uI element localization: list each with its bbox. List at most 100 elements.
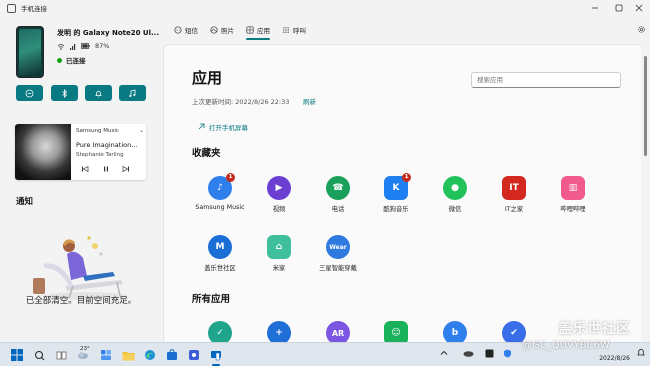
app-icon[interactable]: +: [250, 321, 308, 342]
refresh-link[interactable]: 刷新: [303, 96, 316, 106]
app-bilibili[interactable]: ▥ 哔哩哔哩: [544, 176, 602, 213]
chevron-down-icon[interactable]: ⌄: [139, 127, 144, 134]
photo-icon: [210, 26, 218, 34]
app-galaxy-wearable[interactable]: Wear 三星智能穿戴: [309, 235, 367, 272]
app-ithome[interactable]: IT IT之家: [485, 176, 543, 213]
shield-icon: [504, 349, 511, 358]
store-icon: [167, 349, 177, 360]
task-view-button[interactable]: [54, 348, 68, 362]
tab-photos[interactable]: 照片: [205, 20, 239, 40]
search-apps-input[interactable]: 搜索应用: [471, 72, 621, 88]
store-button[interactable]: [165, 348, 179, 362]
watermark-handle: @GC_QUVYBC6W: [522, 340, 610, 351]
call-icon: ☎: [326, 176, 350, 200]
start-button[interactable]: [10, 348, 24, 362]
dialpad-icon: [283, 27, 289, 33]
emoji-icon: ☺: [384, 321, 408, 342]
app-mijia[interactable]: ⌂ 米家: [250, 235, 308, 272]
last-updated: 上次更新时间: 2022/8/26 22:33: [192, 98, 290, 106]
battery-level: 87%: [95, 42, 110, 50]
app-icon[interactable]: AR: [309, 321, 367, 342]
tray-overflow-button[interactable]: [440, 349, 448, 359]
settings-button[interactable]: [637, 25, 646, 37]
search-button[interactable]: [32, 348, 46, 362]
page-title: 应用: [192, 69, 223, 87]
app-icon[interactable]: ✓: [191, 321, 249, 342]
maximize-icon: [615, 4, 623, 12]
members-icon: M: [208, 235, 232, 259]
task-view-icon: [56, 351, 66, 359]
do-not-disturb-button[interactable]: [16, 85, 43, 101]
app-label: 视频: [272, 206, 286, 213]
relaxing-person-illustration: [33, 236, 127, 300]
ithome-icon: IT: [502, 176, 526, 200]
scrollbar-thumb[interactable]: [644, 56, 647, 156]
weather-temperature: 23°: [80, 346, 90, 352]
minimize-button[interactable]: [584, 0, 606, 16]
shield-plus-icon: +: [267, 321, 291, 342]
app-icon[interactable]: ☺: [367, 321, 425, 342]
maximize-button[interactable]: [608, 0, 630, 16]
window-title: 手机连接: [21, 5, 47, 13]
app-samsung-music[interactable]: ♪ 1 Samsung Music: [191, 173, 249, 211]
music-button[interactable]: [119, 85, 146, 101]
app-wechat[interactable]: ● 微信: [426, 176, 484, 213]
tray-app-button[interactable]: [503, 349, 512, 360]
app-label: IT之家: [504, 206, 524, 213]
tab-apps[interactable]: 应用: [241, 20, 275, 40]
signal-icon: [70, 43, 76, 50]
scrollbar[interactable]: [643, 44, 648, 342]
phone-link-taskbar-button[interactable]: [209, 348, 223, 362]
close-button[interactable]: [628, 0, 650, 16]
app-video[interactable]: ▶ 视频: [250, 176, 308, 213]
tab-label: 应用: [257, 27, 270, 35]
open-phone-screen-link[interactable]: 打开手机屏幕: [197, 122, 248, 132]
onedrive-button[interactable]: [463, 349, 474, 359]
date-text: 2022/8/26: [599, 355, 630, 362]
bluetooth-button[interactable]: [51, 85, 78, 101]
app-phone[interactable]: ☎ 电话: [309, 176, 367, 213]
tab-label: 呼叫: [293, 27, 306, 35]
music-note-icon: ♪ 1: [208, 173, 235, 200]
close-icon: [635, 4, 643, 12]
file-explorer-button[interactable]: [121, 348, 135, 362]
app-button[interactable]: [187, 348, 201, 362]
edge-browser-button[interactable]: [143, 348, 157, 362]
app-label: Samsung Music: [195, 204, 245, 211]
top-tabs: 短信 照片 应用 呼叫: [163, 16, 650, 44]
battery-icon: [81, 43, 90, 49]
app-label: 酷狗音乐: [383, 206, 409, 213]
widgets-icon: [101, 350, 111, 360]
wechat-icon: ●: [443, 176, 467, 200]
tab-calls[interactable]: 呼叫: [277, 20, 311, 40]
previous-track-button[interactable]: [81, 165, 89, 175]
next-track-button[interactable]: [122, 165, 130, 175]
bluetooth-icon: [62, 88, 68, 98]
widgets-button[interactable]: [99, 348, 113, 362]
ring-button[interactable]: [85, 85, 112, 101]
device-name: 发明 的 Galaxy Note20 Ul...: [57, 29, 159, 37]
tab-messages[interactable]: 短信: [169, 20, 203, 40]
tab-label: 照片: [221, 27, 234, 35]
next-icon: [122, 165, 129, 173]
mijia-icon: ⌂: [267, 235, 291, 259]
app-kugou-music[interactable]: K1 酷狗音乐: [367, 173, 425, 213]
tray-app-button[interactable]: [485, 349, 494, 360]
notification-center-button[interactable]: [636, 347, 646, 361]
app-label: 三星智能穿戴: [319, 265, 357, 272]
open-external-icon: [198, 123, 205, 130]
phone-link-icon: [211, 351, 221, 361]
shield-check-icon: ✓: [208, 321, 232, 342]
pause-button[interactable]: [102, 165, 110, 175]
wifi-icon: [57, 43, 65, 50]
do-not-disturb-icon: [25, 89, 34, 97]
device-status: 87%: [57, 42, 109, 50]
artist-name: Stephanie Tarling: [76, 152, 124, 158]
app-icon[interactable]: b: [426, 321, 484, 342]
media-source: Samsung Music: [76, 128, 119, 134]
app-galaxy-community[interactable]: M 盖乐世社区: [191, 235, 249, 272]
connected-dot-icon: [57, 57, 62, 63]
app-icon[interactable]: ✔: [485, 321, 543, 342]
notification-icon: [637, 348, 645, 356]
check-circle-icon: ✔: [502, 321, 526, 342]
